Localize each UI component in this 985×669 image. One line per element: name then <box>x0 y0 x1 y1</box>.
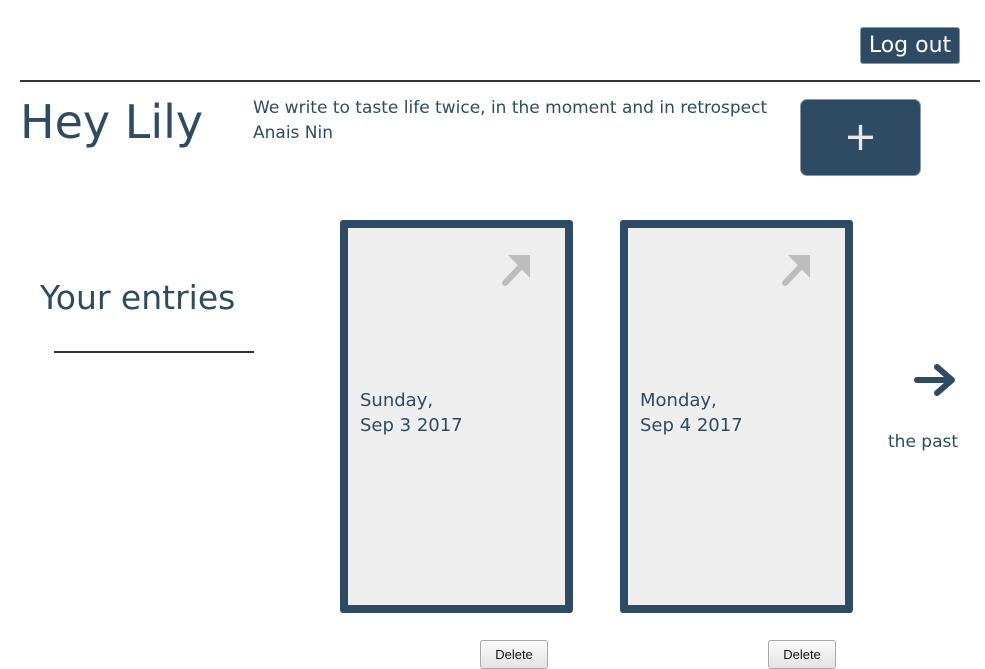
entry-date: Sunday, Sep 3 2017 <box>360 388 463 438</box>
header-divider <box>20 80 980 82</box>
logout-button[interactable]: Log out <box>860 27 960 64</box>
entry-card[interactable]: Sunday, Sep 3 2017 <box>340 220 573 613</box>
quote-author: Anais Nin <box>253 123 334 143</box>
delete-entry-button[interactable]: Delete <box>480 640 548 669</box>
arrow-up-right-icon[interactable] <box>777 250 817 290</box>
arrow-right-icon[interactable] <box>912 360 960 400</box>
arrow-up-right-icon[interactable] <box>497 250 537 290</box>
entry-day: Monday, <box>640 390 717 411</box>
delete-entry-button[interactable]: Delete <box>768 640 836 669</box>
next-page-link[interactable]: the past <box>888 431 958 453</box>
section-divider <box>54 351 254 353</box>
entry-date-text: Sep 3 2017 <box>360 415 463 436</box>
entry-date-text: Sep 4 2017 <box>640 415 743 436</box>
entry-day: Sunday, <box>360 390 434 411</box>
quote-block: We write to taste life twice, in the mom… <box>253 96 767 146</box>
add-entry-button[interactable]: + <box>800 99 921 176</box>
page-title: Hey Lily <box>20 95 204 149</box>
section-title: Your entries <box>40 278 236 317</box>
quote-text: We write to taste life twice, in the mom… <box>253 98 768 118</box>
entry-date: Monday, Sep 4 2017 <box>640 388 743 438</box>
entry-card[interactable]: Monday, Sep 4 2017 <box>620 220 853 613</box>
